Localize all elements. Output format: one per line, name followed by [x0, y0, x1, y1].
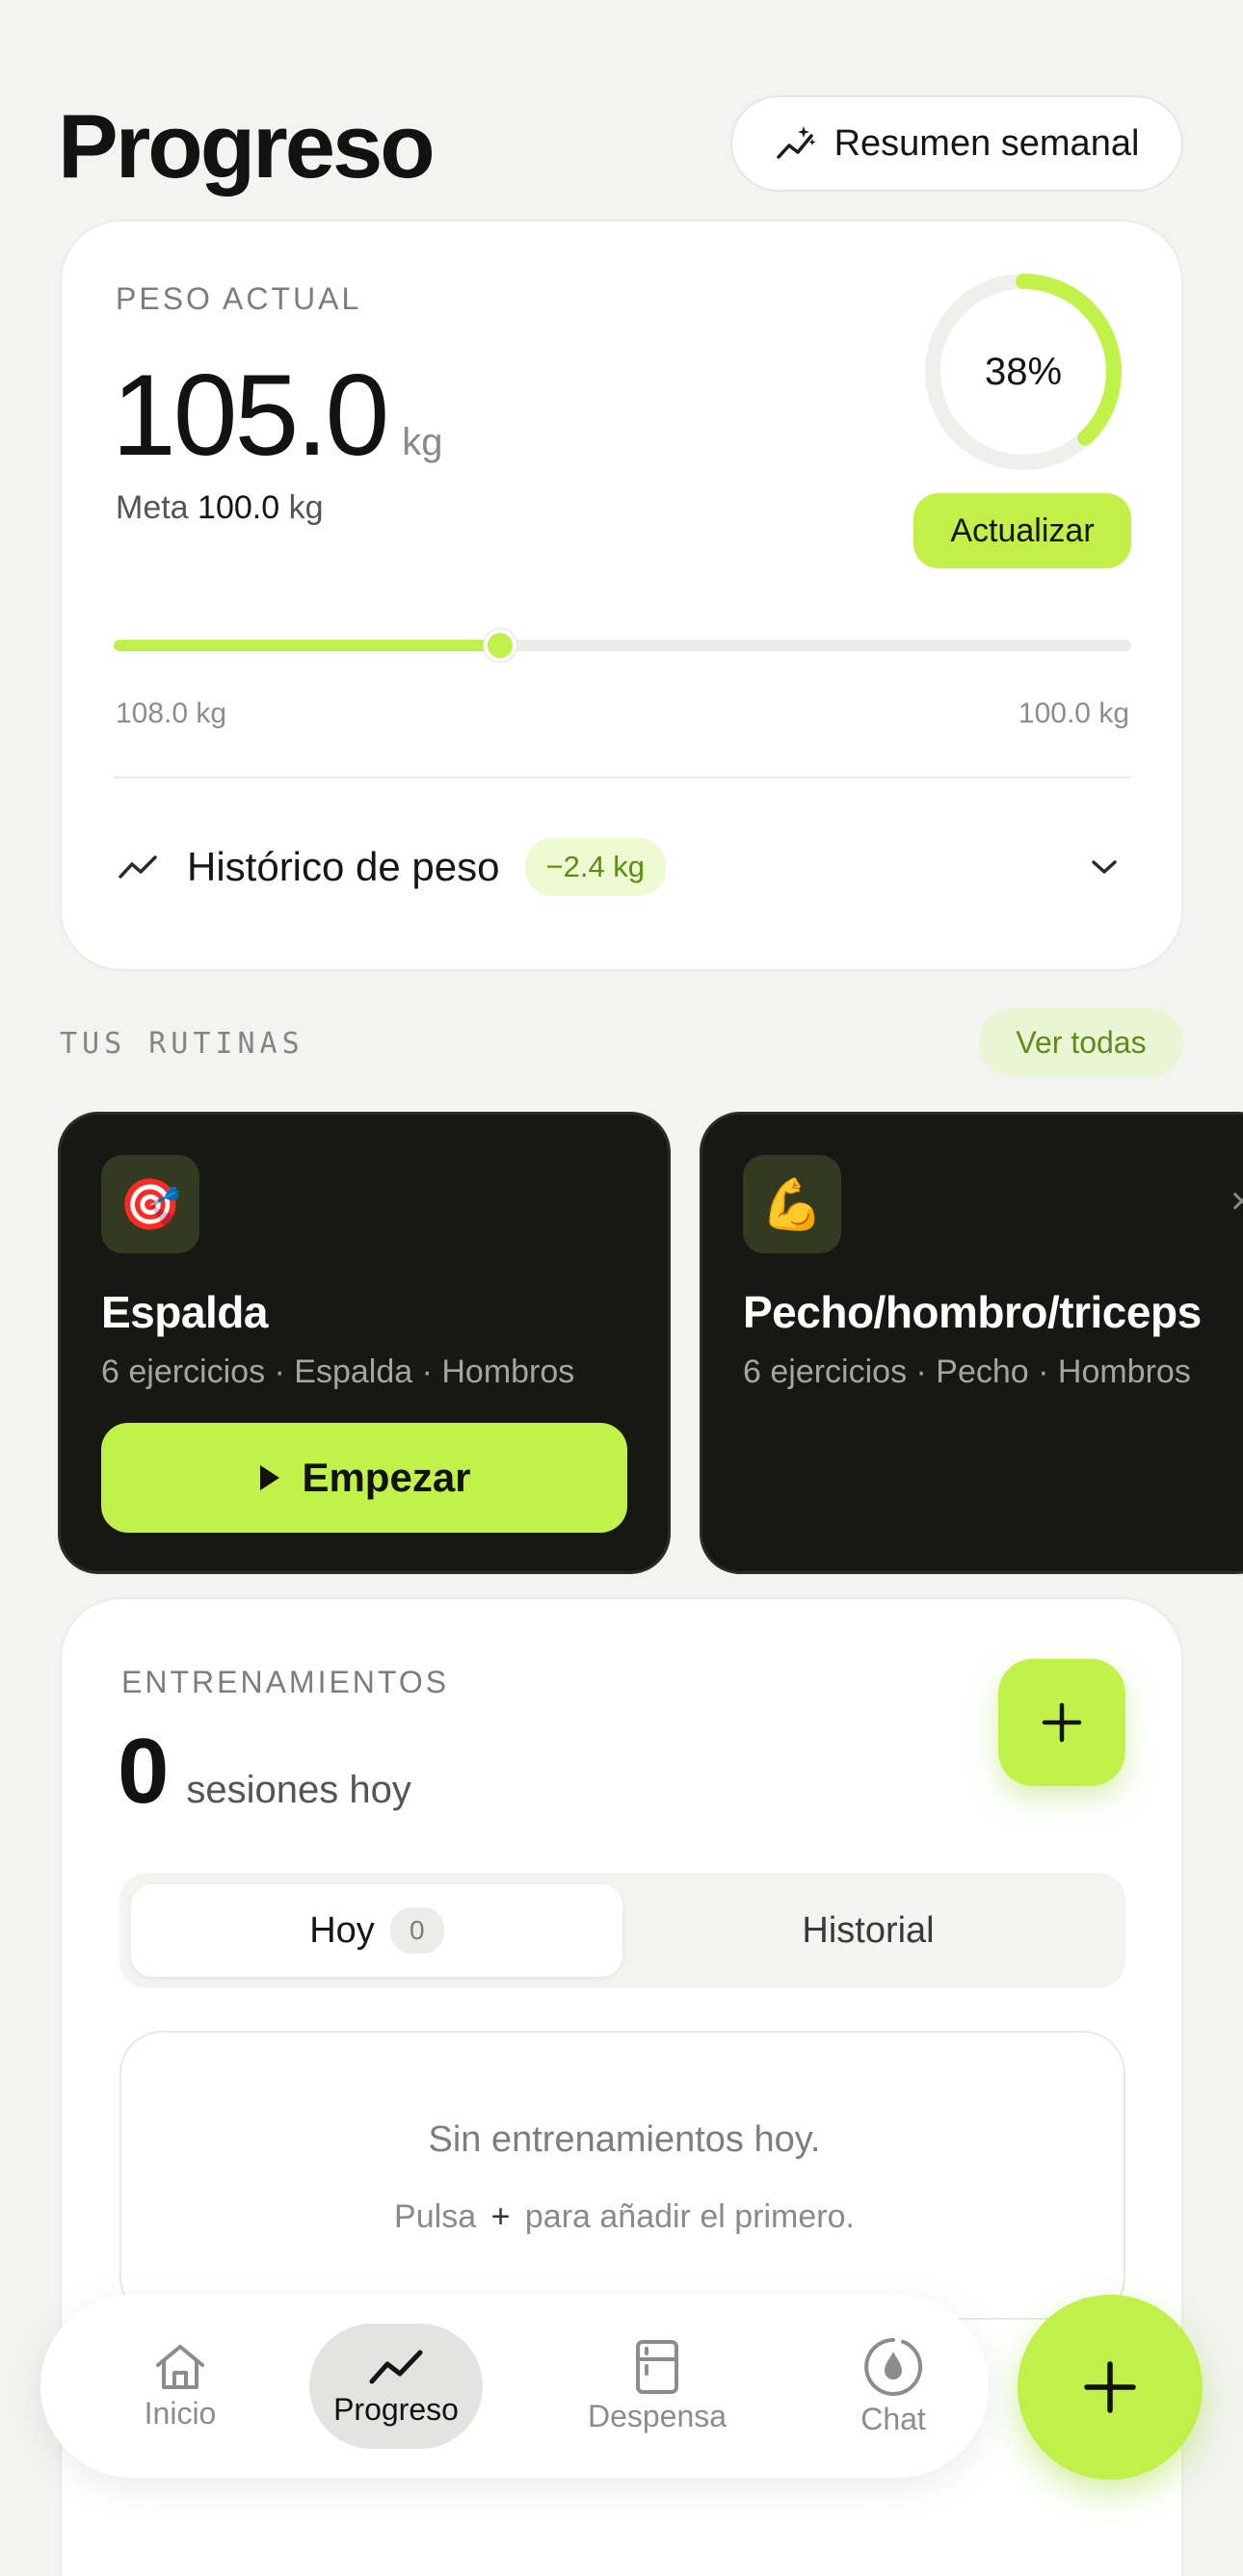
routines-section-title: TUS RUTINAS: [60, 1027, 304, 1061]
trend-icon: [369, 2350, 423, 2383]
nav-item-chat[interactable]: Chat: [821, 2324, 965, 2449]
nav-item-inicio[interactable]: Inicio: [89, 2324, 272, 2449]
routine-subtitle: 6 ejercicios · Pecho · Hombros: [743, 1354, 1191, 1390]
empty-hint-suffix: para añadir el primero.: [524, 2198, 855, 2235]
tab-today-label: Hoy: [309, 1909, 375, 1951]
goal-value: 100.0: [198, 489, 280, 526]
weight-progress-fill: [114, 640, 500, 651]
weight-progress-knob: [484, 629, 516, 662]
goal-unit: kg: [288, 489, 324, 526]
add-workout-button[interactable]: [998, 1659, 1125, 1786]
fridge-icon: [636, 2339, 678, 2394]
workouts-label: ENTRENAMIENTOS: [121, 1665, 450, 1699]
range-start-label: 108.0 kg: [116, 697, 227, 729]
current-weight-value: 105.0: [112, 351, 389, 480]
nav-label: Progreso: [333, 2391, 459, 2427]
empty-workouts-hint: Pulsa + para añadir el primero.: [121, 2198, 1127, 2236]
update-weight-button[interactable]: Actualizar: [913, 493, 1131, 568]
routine-card-espalda[interactable]: 🎯 Espalda 6 ejercicios · Espalda · Hombr…: [58, 1112, 671, 1574]
plus-icon: [1042, 1702, 1082, 1743]
nav-label: Chat: [860, 2401, 926, 2436]
weight-delta-badge: −2.4 kg: [524, 838, 667, 896]
current-weight-row: 105.0 kg: [112, 349, 443, 482]
workouts-count: 0: [118, 1720, 170, 1823]
goal-weight: Meta 100.0 kg: [116, 489, 324, 527]
workouts-count-suffix: sesiones hoy: [186, 1769, 411, 1811]
empty-workouts-box: Sin entrenamientos hoy. Pulsa + para aña…: [119, 2031, 1125, 2320]
see-all-routines-button[interactable]: Ver todas: [979, 1008, 1183, 1077]
workouts-count-row: 0 sesiones hoy: [118, 1719, 411, 1825]
trend-icon: [119, 855, 157, 879]
bottom-nav: Inicio Progreso Despensa Chat: [40, 2295, 989, 2478]
sparkle-trend-icon: [776, 126, 816, 159]
tab-today[interactable]: Hoy 0: [131, 1884, 622, 1977]
close-icon[interactable]: ×: [1230, 1180, 1243, 1223]
current-weight-unit: kg: [402, 421, 443, 463]
nav-label: Inicio: [144, 2395, 217, 2431]
routine-name: Pecho/hombro/triceps: [743, 1287, 1202, 1337]
weekly-summary-label: Resumen semanal: [833, 122, 1140, 164]
target-icon: 🎯: [101, 1155, 199, 1253]
weight-history-toggle[interactable]: Histórico de peso −2.4 kg: [114, 819, 1131, 915]
weight-history-title: Histórico de peso: [187, 844, 500, 889]
routine-name: Espalda: [101, 1287, 268, 1337]
chat-icon: [864, 2337, 923, 2396]
empty-hint-plus: +: [490, 2198, 511, 2235]
start-routine-label: Empezar: [302, 1455, 471, 1500]
progress-percent: 38%: [984, 350, 1063, 393]
routine-subtitle: 6 ejercicios · Espalda · Hombros: [101, 1354, 575, 1390]
progress-ring: 38%: [921, 270, 1125, 474]
routine-card-pecho[interactable]: 💪 × Pecho/hombro/triceps 6 ejercicios · …: [700, 1112, 1243, 1574]
weekly-summary-button[interactable]: Resumen semanal: [730, 95, 1183, 192]
plus-icon: [1084, 2361, 1136, 2413]
chevron-down-icon: [1092, 860, 1117, 874]
quick-add-button[interactable]: [1018, 2295, 1203, 2480]
tab-history[interactable]: Historial: [622, 1884, 1114, 1977]
play-icon: [260, 1465, 280, 1490]
page-title: Progreso: [58, 95, 436, 197]
current-weight-label: PESO ACTUAL: [116, 281, 362, 316]
tab-today-count: 0: [389, 1907, 444, 1954]
weight-card: PESO ACTUAL 105.0 kg Meta 100.0 kg 38% A…: [60, 220, 1183, 971]
nav-item-progreso[interactable]: Progreso: [309, 2324, 483, 2449]
empty-hint-prefix: Pulsa: [394, 2198, 477, 2235]
nav-item-despensa[interactable]: Despensa: [551, 2324, 763, 2449]
start-routine-button[interactable]: Empezar: [101, 1423, 627, 1533]
workouts-segment-control: Hoy 0 Historial: [119, 1873, 1125, 1988]
weight-divider: [114, 776, 1131, 778]
goal-prefix: Meta: [116, 489, 189, 526]
flexed-bicep-icon: 💪: [743, 1155, 841, 1253]
empty-workouts-title: Sin entrenamientos hoy.: [428, 2119, 821, 2160]
nav-label: Despensa: [587, 2398, 727, 2433]
range-end-label: 100.0 kg: [1018, 697, 1129, 729]
home-icon: [156, 2344, 204, 2389]
